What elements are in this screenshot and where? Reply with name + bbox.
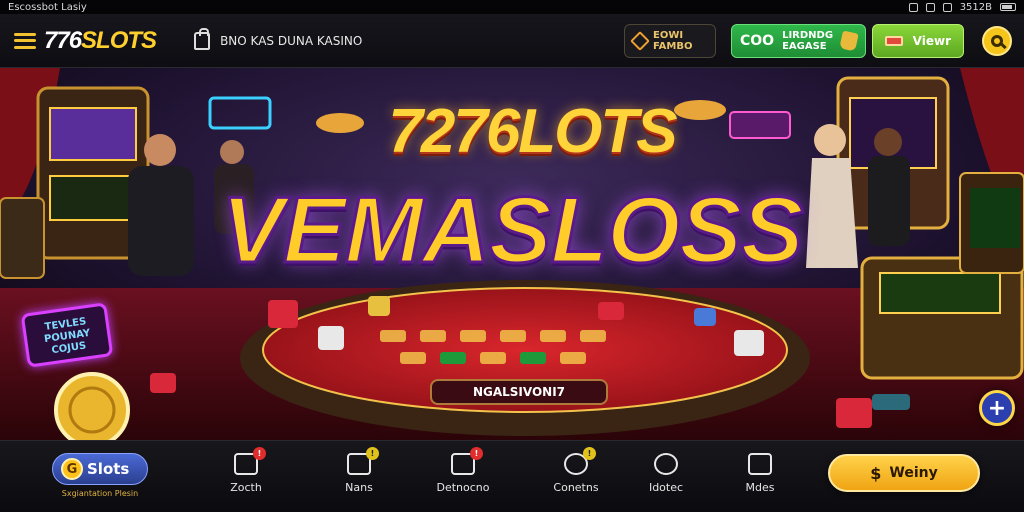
bonus-line2: FAMBO: [653, 41, 693, 52]
hero-title-top: 7276LOTS: [388, 97, 677, 166]
notification-badge: !: [253, 447, 266, 460]
wifi-icon: [942, 2, 952, 12]
hero-banner[interactable]: 7276LOTS VEMASLOSS TEVLES POUNAY COJUS N…: [0, 68, 1024, 440]
shopping-bag-icon: [194, 27, 211, 50]
brand-label: Slots: [87, 460, 130, 478]
view-button[interactable]: Viewr: [872, 24, 964, 58]
status-left-text: Escossbot Lasiy: [8, 1, 87, 13]
coin-line2: EAGASE: [782, 41, 827, 52]
notification-icon: [908, 2, 918, 12]
nav-item-label: Mdes: [745, 481, 775, 494]
brand-button[interactable]: G Slots: [52, 453, 148, 485]
chat-icon: !: [564, 447, 596, 475]
app-screen: Escossbot Lasiy 3512B 776SLOTS BNO KAS D…: [0, 0, 1024, 512]
nav-item-label: Idotec: [648, 481, 684, 494]
brand-subtitle: Sxgiantation Plesin: [61, 489, 139, 498]
win-button-label: Weiny: [889, 465, 938, 481]
search-button[interactable]: [982, 26, 1012, 56]
nav-item-conetns[interactable]: ! Conetns: [541, 447, 611, 494]
nav-item-mdes[interactable]: Mdes: [725, 453, 795, 494]
bottom-nav: G Slots Sxgiantation Plesin ! Zocth ! Na…: [0, 440, 1024, 512]
coin-balance-button[interactable]: COO LIRDNDG EAGASE: [731, 24, 866, 58]
store-label: BNO KAS DUNA KASINO: [220, 33, 363, 48]
gift-icon: !: [451, 447, 483, 475]
roulette-wheel-icon: [654, 453, 678, 475]
notification-badge: !: [470, 447, 483, 460]
nav-item-nans[interactable]: ! Nans: [324, 447, 394, 494]
nav-item-idotec[interactable]: Idotec: [631, 453, 701, 494]
status-time: 3512B: [959, 1, 992, 13]
dollar-icon: $: [870, 463, 882, 483]
view-button-label: Viewr: [912, 33, 951, 48]
logo-number: 776: [44, 26, 82, 54]
win-button[interactable]: $ Weiny: [828, 454, 980, 492]
table-label-button[interactable]: NGALSIVONI7: [430, 379, 608, 405]
nav-item-zocth[interactable]: ! Zocth: [211, 447, 281, 494]
hamburger-menu-icon[interactable]: [14, 32, 36, 49]
battery-icon: [1000, 3, 1016, 11]
nav-item-detnocno[interactable]: ! Detnocno: [428, 447, 498, 494]
coin-amount: COO: [740, 32, 775, 49]
bonus-button[interactable]: EOWI FAMBO: [624, 24, 716, 58]
search-icon: [991, 35, 1003, 47]
app-logo[interactable]: 776SLOTS: [44, 26, 157, 55]
ticket-icon: [885, 36, 903, 46]
notification-badge: !: [583, 447, 596, 460]
coin-line1: LIRDNDG: [782, 30, 834, 41]
top-header: 776SLOTS BNO KAS DUNA KASINO EOWI FAMBO …: [0, 14, 1024, 68]
settings-icon: [925, 2, 935, 12]
nav-item-label: Nans: [345, 481, 373, 494]
status-bar: Escossbot Lasiy 3512B: [0, 0, 1024, 14]
status-icons: 3512B: [908, 1, 1016, 13]
tag-icon: [630, 31, 650, 51]
profile-icon: [748, 453, 772, 475]
hero-title-main: VEMASLOSS: [220, 176, 805, 284]
notification-badge: !: [366, 447, 379, 460]
coin-icon: G: [61, 458, 83, 480]
plus-icon: +: [987, 395, 1007, 421]
heart-box-icon: !: [347, 447, 379, 475]
money-bag-icon: [839, 30, 859, 52]
nav-item-label: Detnocno: [436, 481, 490, 494]
add-button[interactable]: +: [979, 390, 1015, 426]
menu-box-icon: !: [234, 447, 266, 475]
nav-item-label: Zocth: [230, 481, 262, 494]
logo-word: SLOTS: [81, 26, 157, 54]
store-link[interactable]: BNO KAS DUNA KASINO: [194, 27, 363, 50]
bonus-line1: EOWI: [653, 30, 684, 41]
nav-item-label: Conetns: [553, 481, 599, 494]
